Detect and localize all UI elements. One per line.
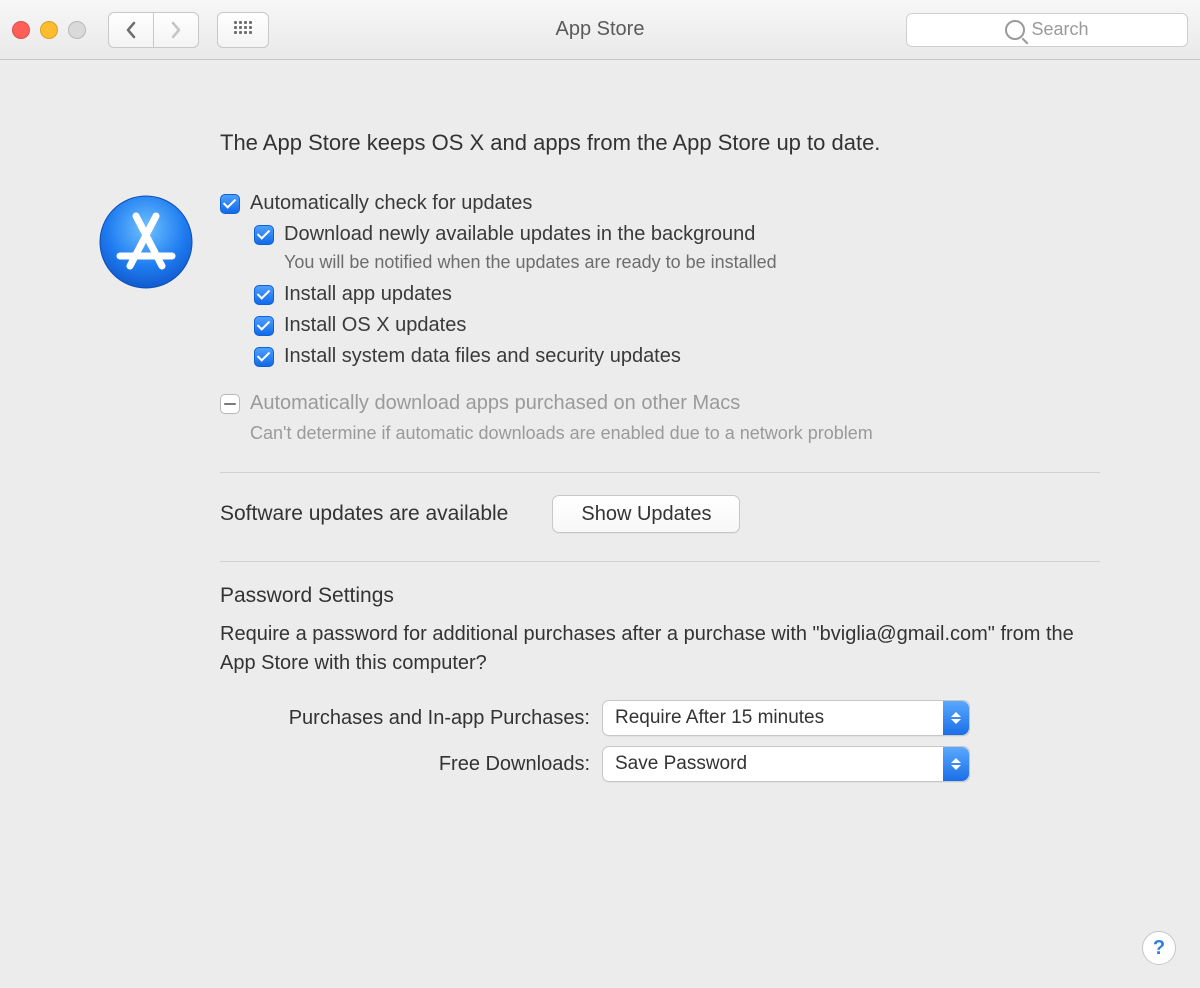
auto-download-other-macs-label: Automatically download apps purchased on… xyxy=(250,392,740,415)
free-downloads-select[interactable]: Save Password xyxy=(602,746,970,782)
free-downloads-select-value: Save Password xyxy=(615,753,747,775)
password-settings-description: Require a password for additional purcha… xyxy=(220,620,1100,678)
download-background-checkbox[interactable] xyxy=(254,225,274,245)
download-background-label: Download newly available updates in the … xyxy=(284,223,755,246)
install-app-updates-label: Install app updates xyxy=(284,283,452,306)
install-system-updates-label: Install system data files and security u… xyxy=(284,345,681,368)
select-stepper-icon xyxy=(943,747,969,781)
forward-button[interactable] xyxy=(153,12,199,48)
show-updates-button[interactable]: Show Updates xyxy=(552,495,740,533)
divider xyxy=(220,561,1100,562)
purchases-label: Purchases and In-app Purchases: xyxy=(220,707,602,730)
install-osx-updates-label: Install OS X updates xyxy=(284,314,466,337)
chevron-left-icon xyxy=(124,21,138,39)
minimize-window-button[interactable] xyxy=(40,21,58,39)
search-placeholder: Search xyxy=(1031,19,1088,40)
password-settings-title: Password Settings xyxy=(220,584,1100,608)
window-controls xyxy=(12,21,86,39)
content-area: The App Store keeps OS X and apps from t… xyxy=(0,60,1200,988)
toolbar: App Store Search xyxy=(0,0,1200,60)
chevron-right-icon xyxy=(169,21,183,39)
show-all-button[interactable] xyxy=(217,12,269,48)
install-osx-updates-checkbox[interactable] xyxy=(254,316,274,336)
install-app-updates-checkbox[interactable] xyxy=(254,285,274,305)
app-store-icon xyxy=(98,194,194,290)
select-stepper-icon xyxy=(943,701,969,735)
purchases-select[interactable]: Require After 15 minutes xyxy=(602,700,970,736)
search-field[interactable]: Search xyxy=(906,13,1188,47)
purchases-select-value: Require After 15 minutes xyxy=(615,707,824,729)
download-background-note: You will be notified when the updates ar… xyxy=(284,252,1100,273)
help-button[interactable]: ? xyxy=(1142,931,1176,965)
close-window-button[interactable] xyxy=(12,21,30,39)
divider xyxy=(220,472,1100,473)
updates-status-text: Software updates are available xyxy=(220,502,508,526)
install-system-updates-checkbox[interactable] xyxy=(254,347,274,367)
nav-group xyxy=(108,12,199,48)
show-updates-button-label: Show Updates xyxy=(581,503,711,526)
auto-check-updates-label: Automatically check for updates xyxy=(250,192,532,215)
auto-download-other-macs-checkbox[interactable] xyxy=(220,394,240,414)
search-icon xyxy=(1005,20,1025,40)
back-button[interactable] xyxy=(108,12,153,48)
auto-check-updates-checkbox[interactable] xyxy=(220,194,240,214)
help-icon: ? xyxy=(1153,937,1165,960)
auto-download-other-macs-note: Can't determine if automatic downloads a… xyxy=(250,423,1100,444)
zoom-window-button[interactable] xyxy=(68,21,86,39)
page-heading: The App Store keeps OS X and apps from t… xyxy=(220,130,1100,156)
grid-icon xyxy=(234,21,252,39)
free-downloads-label: Free Downloads: xyxy=(220,753,602,776)
